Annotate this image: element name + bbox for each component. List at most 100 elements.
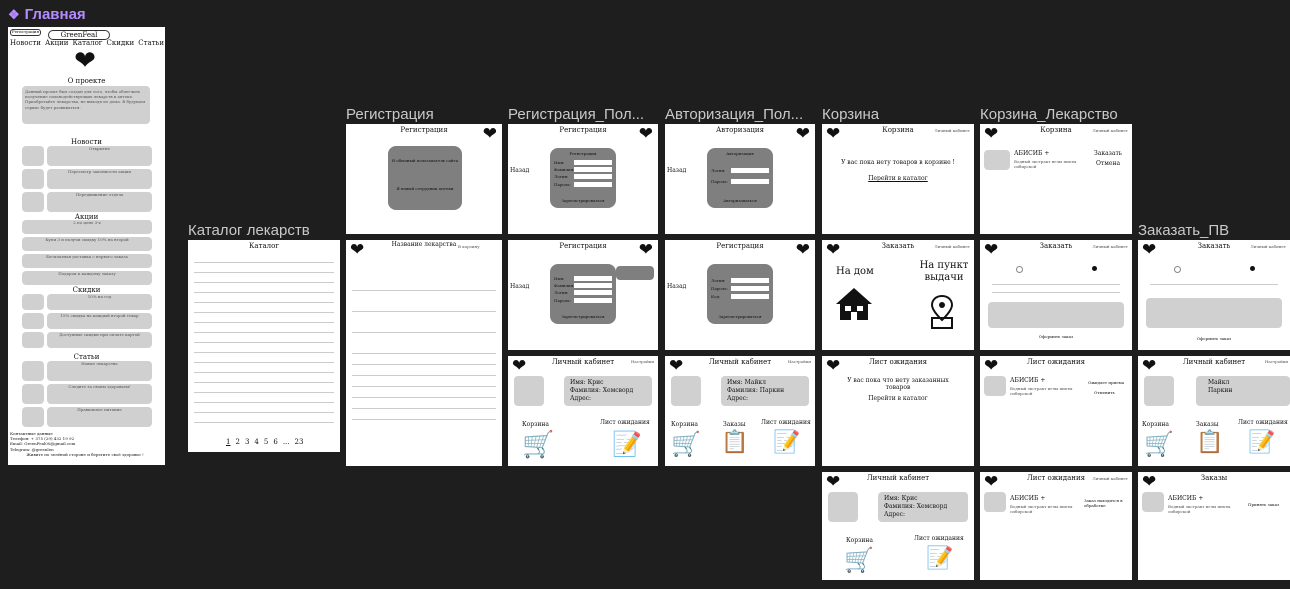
frame-label-reg-pol[interactable]: Регистрация_Пол... — [508, 106, 658, 123]
back-link[interactable]: Назад — [510, 167, 529, 175]
cabinet-link[interactable]: Личный кабинет — [934, 244, 970, 249]
cart-label[interactable]: Корзина — [1142, 421, 1169, 429]
sale-item[interactable]: 10% на год — [22, 294, 152, 310]
home-delivery-label[interactable]: На дом — [836, 266, 874, 277]
wait-list-label[interactable]: Лист ожидания — [600, 419, 650, 427]
frame-reg[interactable]: Регистрация ❤ Я обычный пользователь сай… — [346, 124, 502, 234]
page-title[interactable]: ❖ Главная — [8, 6, 86, 23]
wait-list-label[interactable]: Лист ожидания — [761, 419, 811, 427]
delivery-radio-pickup[interactable] — [1092, 266, 1097, 271]
cart-label[interactable]: Корзина — [522, 421, 549, 429]
wait-list-icon[interactable]: 📝 — [926, 548, 953, 570]
register-button[interactable]: Регистрация — [10, 29, 41, 36]
cancel-link[interactable]: Отмена — [1096, 160, 1120, 168]
frame-cart-med[interactable]: ❤ Корзина Личный кабинет АБИСИБ + Водный… — [980, 124, 1132, 234]
article-item[interactable]: Новые лекарства — [22, 361, 152, 381]
wait-list-icon[interactable]: 📝 — [1248, 432, 1275, 454]
password-input[interactable] — [731, 286, 769, 292]
last-name-input[interactable] — [574, 283, 612, 289]
cart-icon[interactable]: 🛒 — [671, 432, 701, 456]
nav-articles[interactable]: Статьи — [138, 39, 164, 47]
wait-list-label[interactable]: Лист ожидания — [914, 535, 964, 543]
page-5[interactable]: 5 — [264, 438, 268, 446]
promo-item[interactable]: Бесплатная доставка с первого заказа — [22, 254, 152, 268]
frame-order-2[interactable]: ❤ Заказать Личный кабинет Оформить заказ — [980, 240, 1132, 350]
go-to-catalog-link[interactable]: Перейти в каталог — [822, 395, 974, 403]
house-icon[interactable] — [834, 286, 874, 322]
article-item[interactable]: Правильное питание — [22, 407, 152, 427]
frame-label-cart[interactable]: Корзина — [822, 106, 879, 123]
first-name-input[interactable] — [574, 276, 612, 281]
cart-icon[interactable]: 🛒 — [844, 548, 874, 572]
page-23[interactable]: 23 — [295, 438, 304, 446]
news-item[interactable]: Открытие — [22, 146, 152, 166]
login-input[interactable] — [574, 290, 612, 296]
promo-item[interactable]: Купи 3 и получи скидку 10% на второй — [22, 237, 152, 251]
frame-catalog[interactable]: Каталог 1 2 3 4 5 6 ... 23 — [188, 240, 340, 452]
password-input[interactable] — [731, 179, 769, 185]
frame-label-order-pv[interactable]: Заказать_ПВ — [1138, 222, 1229, 239]
frame-reg-3[interactable]: Регистрация ❤ Назад Логин: Пароль: Код: … — [665, 240, 815, 350]
frame-label-cart-med[interactable]: Корзина_Лекарство — [980, 106, 1118, 123]
cabinet-link[interactable]: Личный кабинет — [1092, 476, 1128, 481]
frame-cart[interactable]: ❤ Корзина Личный кабинет У вас пока нету… — [822, 124, 974, 234]
place-order-button[interactable]: Оформить заказ — [980, 334, 1132, 339]
frame-reg-2[interactable]: Регистрация ❤ Назад Имя: Фамилия: Логин:… — [508, 240, 658, 350]
delivery-radio-home[interactable] — [1174, 266, 1181, 273]
page-2[interactable]: 2 — [235, 438, 239, 446]
cart-icon[interactable]: 🛒 — [1144, 432, 1174, 456]
wait-list-icon[interactable]: 📝 — [773, 432, 800, 454]
frame-medicine[interactable]: ❤ Название лекарства В корзину — [346, 240, 502, 466]
cabinet-link[interactable]: Личный кабинет — [934, 128, 970, 133]
cabinet-link[interactable]: Личный кабинет — [1092, 244, 1128, 249]
cabinet-link[interactable]: Личный кабинет — [1092, 128, 1128, 133]
frame-auth-pol[interactable]: Авторизация ❤ Назад Авторизация Логин: П… — [665, 124, 815, 234]
frame-label-reg[interactable]: Регистрация — [346, 106, 434, 123]
frame-reg-pol[interactable]: Регистрация ❤ Назад Регистрация Имя: Фам… — [508, 124, 658, 234]
frame-cabinet-1[interactable]: ❤ Личный кабинет Настройки Имя: Крис Фам… — [508, 356, 658, 466]
login-input[interactable] — [574, 174, 612, 180]
back-link[interactable]: Назад — [510, 283, 529, 291]
frame-cabinet-4[interactable]: ❤ Личный кабинет Имя: Крис Фамилия: Хемс… — [822, 472, 974, 580]
sale-item[interactable]: Доступные скидки при оплате картой — [22, 332, 152, 348]
promo-item[interactable]: Подарок к каждому заказу — [22, 271, 152, 285]
orders-label[interactable]: Заказы — [1196, 421, 1219, 429]
delivery-radio-pickup[interactable] — [1250, 266, 1255, 271]
settings-link[interactable]: Настройки — [1265, 359, 1288, 364]
frame-order-pv[interactable]: ❤ Заказать Личный кабинет Оформить заказ — [1138, 240, 1290, 350]
news-item[interactable]: Пересмотр законности акции — [22, 169, 152, 189]
add-to-cart-link[interactable]: В корзину — [458, 244, 480, 249]
frame-wait-1[interactable]: ❤ Лист ожидания У вас пока что нету зака… — [822, 356, 974, 466]
back-link[interactable]: Назад — [667, 167, 686, 175]
promo-item[interactable]: 2 по цене 3-х — [22, 220, 152, 234]
login-input[interactable] — [731, 168, 769, 173]
order-link[interactable]: Заказать — [1094, 150, 1122, 158]
frame-wait-2[interactable]: ❤ Лист ожидания АБИСИБ + Водный экстракт… — [980, 356, 1132, 466]
role-employee-option[interactable]: Я новый сотрудник аптеки — [388, 186, 462, 191]
cabinet-link[interactable]: Личный кабинет — [1250, 244, 1286, 249]
frame-label-auth-pol[interactable]: Авторизация_Пол... — [665, 106, 815, 123]
article-item[interactable]: Следите за своим здоровьем! — [22, 384, 152, 404]
orders-icon[interactable]: 📋 — [721, 432, 748, 454]
cart-label[interactable]: Корзина — [671, 421, 698, 429]
orders-label[interactable]: Заказы — [723, 421, 746, 429]
page-3[interactable]: 3 — [245, 438, 249, 446]
pickup-point-label[interactable]: На пункт выдачи — [918, 260, 970, 284]
page-1[interactable]: 1 — [226, 438, 230, 446]
frame-cabinet-3[interactable]: ❤ Личный кабинет Настройки Майкл Паркин … — [1138, 356, 1290, 466]
settings-link[interactable]: Настройки — [631, 359, 654, 364]
delivery-radio-home[interactable] — [1016, 266, 1023, 273]
orders-icon[interactable]: 📋 — [1196, 432, 1223, 454]
sale-item[interactable]: 15% скидка на каждый второй товар — [22, 313, 152, 329]
nav-news[interactable]: Новости — [10, 39, 41, 47]
first-name-input[interactable] — [574, 160, 612, 165]
wait-list-label[interactable]: Лист ожидания — [1238, 419, 1288, 427]
cancel-link[interactable]: Отменить — [1094, 390, 1115, 395]
frame-main[interactable]: Регистрация GreenFeal Новости Акции Ката… — [8, 27, 165, 465]
place-order-button[interactable]: Оформить заказ — [1138, 336, 1290, 341]
cart-icon[interactable]: 🛒 — [522, 432, 554, 458]
role-user-option[interactable]: Я обычный пользователь сайта — [388, 158, 462, 163]
login-submit-button[interactable]: Авторизоваться — [707, 198, 773, 203]
wait-list-icon[interactable]: 📝 — [612, 432, 642, 456]
frame-label-catalog[interactable]: Каталог лекарств — [188, 222, 310, 239]
